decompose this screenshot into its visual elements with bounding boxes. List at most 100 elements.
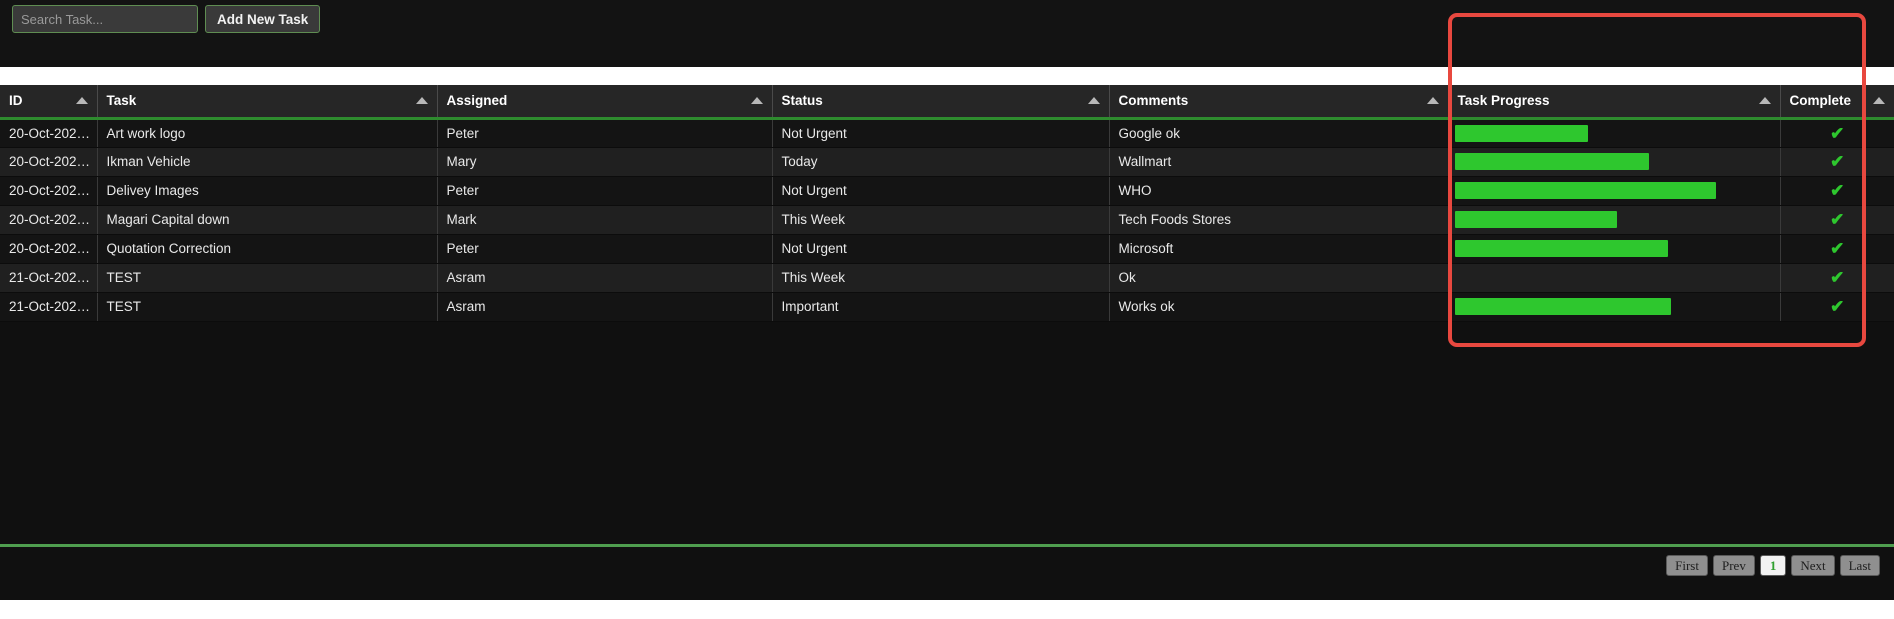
table-header: ID Task Assigned Status Comments Task Progres… <box>0 85 1894 120</box>
check-icon: ✔ <box>1830 181 1845 200</box>
task-manager-app: Add New Task ID Task Assigned Status Comment… <box>0 0 1894 619</box>
sort-ascending-icon[interactable] <box>1426 97 1439 105</box>
cell-status: This Week <box>772 205 1110 235</box>
table-row[interactable]: 20-Oct-202… Magari Capital down Mark This W… <box>0 205 1894 235</box>
progress-bar-track <box>1455 269 1774 286</box>
check-icon: ✔ <box>1830 210 1845 229</box>
sort-ascending-icon[interactable] <box>750 97 763 105</box>
cell-task: Delivey Images <box>97 176 438 206</box>
progress-bar-track <box>1454 124 1774 142</box>
cell-status: Not Urgent <box>772 118 1110 148</box>
cell-assigned: Peter <box>437 176 773 206</box>
toolbar-table-separator <box>0 67 1894 85</box>
cell-assigned: Mark <box>437 205 773 235</box>
task-table-container: ID Task Assigned Status Comments Task Progres… <box>0 85 1894 600</box>
cell-assigned: Mary <box>437 147 773 177</box>
table-row[interactable]: 20-Oct-202… Quotation Correction Peter Not … <box>0 234 1894 264</box>
cell-status: Important <box>772 292 1110 322</box>
sort-ascending-icon[interactable] <box>1873 97 1885 105</box>
cell-id: 21-Oct-202… <box>0 292 98 322</box>
column-header-complete[interactable]: Complete <box>1780 85 1894 120</box>
column-header-label: ID <box>9 93 23 109</box>
cell-task: Quotation Correction <box>97 234 438 264</box>
progress-bar-fill <box>1454 298 1672 315</box>
cell-comments: WHO <box>1109 176 1449 206</box>
table-row[interactable]: 21-Oct-202… TEST Asram This Week Ok ✔ <box>0 263 1894 293</box>
cell-progress <box>1448 147 1781 177</box>
footer: First Prev 1 Next Last <box>0 547 1894 600</box>
cell-assigned: Peter <box>437 118 773 148</box>
table-row[interactable]: 20-Oct-202… Art work logo Peter Not Urgent G… <box>0 118 1894 148</box>
column-header-status[interactable]: Status <box>772 85 1110 120</box>
cell-id: 20-Oct-202… <box>0 234 98 264</box>
column-header-id[interactable]: ID <box>0 85 98 120</box>
cell-task: Ikman Vehicle <box>97 147 438 177</box>
cell-comments: Google ok <box>1109 118 1449 148</box>
progress-bar-track <box>1454 182 1774 199</box>
cell-task: Magari Capital down <box>97 205 438 235</box>
pagination-first-button[interactable]: First <box>1666 555 1708 576</box>
progress-bar-track <box>1454 298 1774 315</box>
pagination-last-button[interactable]: Last <box>1839 555 1880 576</box>
progress-bar-fill <box>1454 211 1618 228</box>
toolbar: Add New Task <box>0 0 1894 67</box>
check-icon: ✔ <box>1830 297 1845 316</box>
cell-progress <box>1448 263 1781 293</box>
table-row[interactable]: 21-Oct-202… TEST Asram Important Works ok ✔ <box>0 292 1894 322</box>
sort-ascending-icon[interactable] <box>1758 97 1771 105</box>
cell-complete: ✔ <box>1780 263 1894 293</box>
pagination-page-1-button[interactable]: 1 <box>1759 555 1787 576</box>
cell-progress <box>1448 292 1781 322</box>
column-header-assigned[interactable]: Assigned <box>437 85 773 120</box>
column-header-label: Comments <box>1118 93 1189 109</box>
cell-task: TEST <box>97 263 438 293</box>
cell-complete: ✔ <box>1780 234 1894 264</box>
cell-id: 21-Oct-202… <box>0 263 98 293</box>
sort-ascending-icon[interactable] <box>75 97 88 105</box>
search-input[interactable] <box>12 5 198 33</box>
cell-progress <box>1448 176 1781 206</box>
column-header-task[interactable]: Task <box>97 85 438 120</box>
table-header-row: ID Task Assigned Status Comments Task Progres… <box>0 85 1894 120</box>
cell-task: Art work logo <box>97 118 438 148</box>
cell-complete: ✔ <box>1780 147 1894 177</box>
column-header-label: Complete <box>1789 93 1852 109</box>
cell-status: This Week <box>772 263 1110 293</box>
column-header-progress[interactable]: Task Progress <box>1448 85 1781 120</box>
task-table: ID Task Assigned Status Comments Task Progres… <box>0 85 1894 322</box>
add-new-task-button[interactable]: Add New Task <box>205 5 321 33</box>
pagination-prev-button[interactable]: Prev <box>1712 555 1755 576</box>
column-header-comments[interactable]: Comments <box>1109 85 1449 120</box>
cell-comments: Microsoft <box>1109 234 1449 264</box>
pagination-next-button[interactable]: Next <box>1791 555 1835 576</box>
sort-ascending-icon[interactable] <box>415 97 428 105</box>
progress-bar-track <box>1454 153 1774 170</box>
cell-comments: Wallmart <box>1109 147 1449 177</box>
cell-progress <box>1448 234 1781 264</box>
cell-status: Today <box>772 147 1110 177</box>
sort-ascending-icon[interactable] <box>1087 97 1100 105</box>
table-body: 20-Oct-202… Art work logo Peter Not Urgent G… <box>0 118 1894 322</box>
cell-complete: ✔ <box>1780 176 1894 206</box>
check-icon: ✔ <box>1830 152 1845 171</box>
column-header-label: Task <box>106 93 137 109</box>
progress-bar-fill <box>1454 153 1650 170</box>
progress-bar-track <box>1454 211 1774 228</box>
cell-comments: Tech Foods Stores <box>1109 205 1449 235</box>
cell-complete: ✔ <box>1780 205 1894 235</box>
cell-assigned: Peter <box>437 234 773 264</box>
progress-bar-track <box>1454 240 1774 257</box>
cell-status: Not Urgent <box>772 176 1110 206</box>
cell-id: 20-Oct-202… <box>0 176 98 206</box>
column-header-label: Status <box>781 93 823 109</box>
cell-comments: Ok <box>1109 263 1449 293</box>
cell-progress <box>1448 118 1781 148</box>
cell-status: Not Urgent <box>772 234 1110 264</box>
table-row[interactable]: 20-Oct-202… Ikman Vehicle Mary Today Wallmar… <box>0 147 1894 177</box>
check-icon: ✔ <box>1830 123 1845 143</box>
column-header-label: Task Progress <box>1457 93 1550 109</box>
cell-complete: ✔ <box>1780 118 1894 148</box>
column-header-label: Assigned <box>446 93 508 109</box>
check-icon: ✔ <box>1830 268 1845 287</box>
table-row[interactable]: 20-Oct-202… Delivey Images Peter Not Urgent… <box>0 176 1894 206</box>
